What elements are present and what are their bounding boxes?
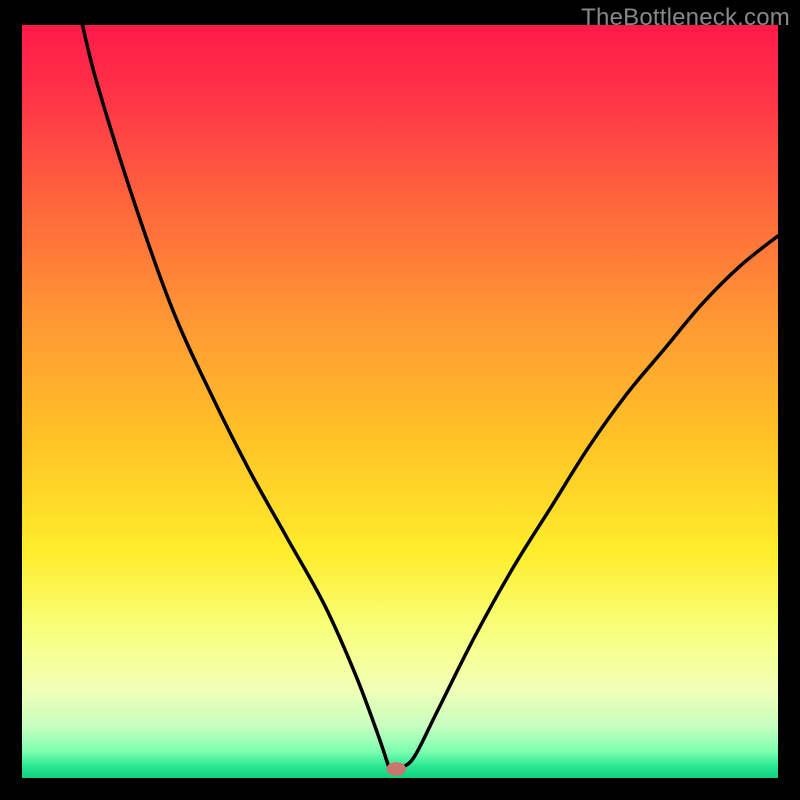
watermark-text: TheBottleneck.com [581, 4, 790, 32]
plot-background [22, 25, 778, 778]
chart-frame: TheBottleneck.com [0, 0, 800, 800]
bottleneck-chart [22, 25, 778, 778]
bottleneck-marker [386, 762, 406, 776]
